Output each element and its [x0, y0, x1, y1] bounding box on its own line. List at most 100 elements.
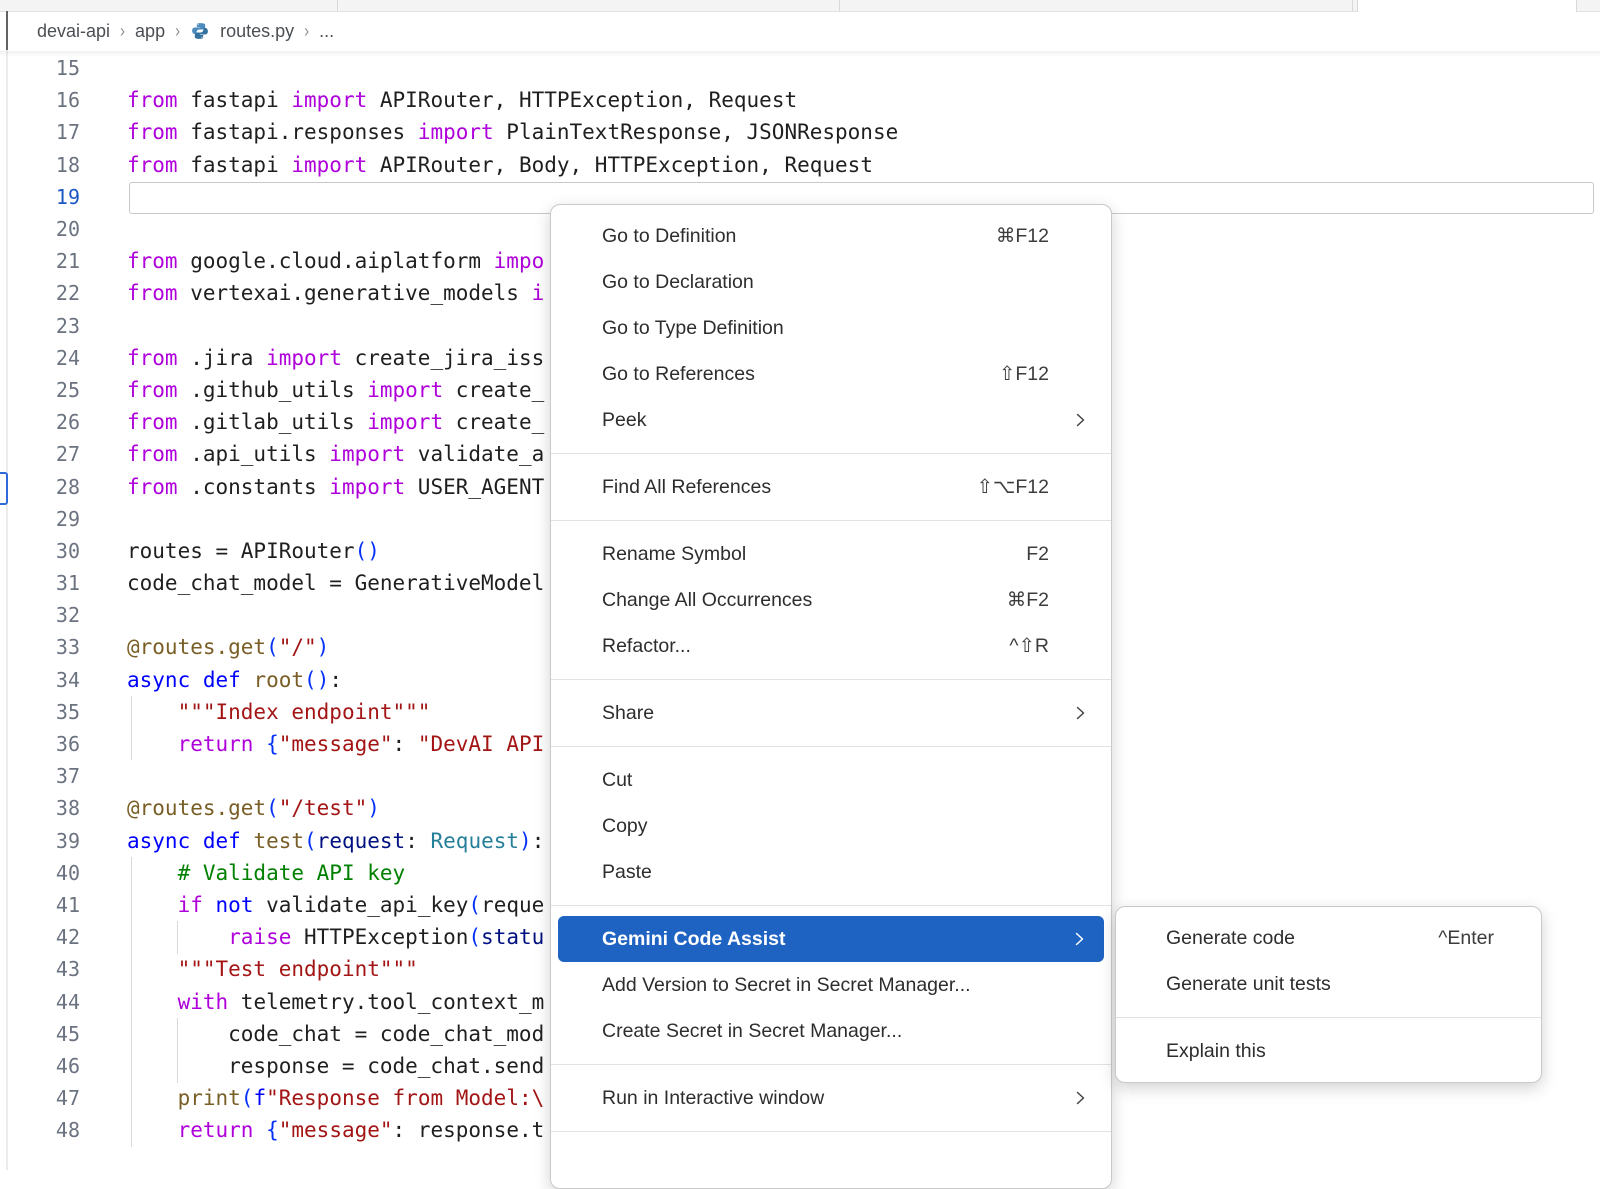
menu-item-explain-this[interactable]: Explain this — [1116, 1028, 1541, 1074]
code-line[interactable]: 16from fastapi import APIRouter, HTTPExc… — [0, 84, 1600, 116]
menu-item-label: Paste — [602, 861, 1049, 884]
chevron-right-icon — [1076, 413, 1085, 427]
menu-item-shortcut: F2 — [1026, 543, 1049, 566]
menu-item-go-to-type-definition[interactable]: Go to Type Definition — [551, 305, 1111, 351]
code-text: response = code_chat.send — [127, 1054, 544, 1078]
code-text: """Index endpoint""" — [127, 700, 430, 724]
line-number[interactable]: 30 — [0, 539, 80, 563]
menu-item-paste[interactable]: Paste — [551, 849, 1111, 895]
menu-separator — [551, 520, 1111, 521]
line-number[interactable]: 23 — [0, 314, 80, 338]
code-text: from .jira import create_jira_iss — [127, 346, 544, 370]
code-text: if not validate_api_key(reque — [127, 893, 544, 917]
code-text: with telemetry.tool_context_m — [127, 990, 544, 1014]
menu-item-label: Add Version to Secret in Secret Manager.… — [602, 974, 1049, 997]
vscode-editor-window: { "breadcrumb": { "separator": "›", "ite… — [0, 0, 1600, 1170]
menu-item-go-to-declaration[interactable]: Go to Declaration — [551, 259, 1111, 305]
breadcrumb-item[interactable]: app — [135, 21, 165, 42]
code-text: print(f"Response from Model:\ — [127, 1086, 544, 1110]
indent-guide — [131, 696, 132, 760]
line-number[interactable]: 20 — [0, 217, 80, 241]
line-number[interactable]: 26 — [0, 410, 80, 434]
code-line[interactable]: 15 — [0, 52, 1600, 84]
code-text: @routes.get("/") — [127, 635, 329, 659]
menu-separator — [551, 746, 1111, 747]
line-number[interactable]: 40 — [0, 861, 80, 885]
active-tab[interactable] — [1357, 0, 1577, 12]
menu-item-peek[interactable]: Peek — [551, 397, 1111, 443]
menu-item-label: Go to Definition — [602, 225, 996, 248]
breadcrumb-separator: › — [304, 20, 309, 41]
menu-item-gemini-code-assist[interactable]: Gemini Code Assist — [558, 916, 1104, 962]
line-number[interactable]: 38 — [0, 796, 80, 820]
line-number[interactable]: 45 — [0, 1022, 80, 1046]
line-number[interactable]: 36 — [0, 732, 80, 756]
line-number[interactable]: 35 — [0, 700, 80, 724]
breadcrumb: devai-api›app›routes.py›... — [0, 12, 1600, 50]
menu-item-label: Run in Interactive window — [602, 1087, 1049, 1110]
menu-item-label: Go to Type Definition — [602, 317, 1049, 340]
chevron-right-icon — [1076, 706, 1085, 720]
line-number[interactable]: 22 — [0, 281, 80, 305]
line-number[interactable]: 21 — [0, 249, 80, 273]
line-number[interactable]: 32 — [0, 603, 80, 627]
menu-item-find-all-references[interactable]: Find All References⇧⌥F12 — [551, 464, 1111, 510]
line-number[interactable]: 33 — [0, 635, 80, 659]
code-line[interactable]: 17from fastapi.responses import PlainTex… — [0, 116, 1600, 148]
line-number[interactable]: 46 — [0, 1054, 80, 1078]
menu-item-add-version-to-secret-in-secret-manager[interactable]: Add Version to Secret in Secret Manager.… — [551, 962, 1111, 1008]
line-number[interactable]: 19 — [0, 185, 80, 209]
line-number[interactable]: 18 — [0, 153, 80, 177]
line-number[interactable]: 24 — [0, 346, 80, 370]
menu-item-generate-code[interactable]: Generate code^Enter — [1116, 915, 1541, 961]
menu-item-change-all-occurrences[interactable]: Change All Occurrences⌘F2 — [551, 577, 1111, 623]
line-number[interactable]: 44 — [0, 990, 80, 1014]
line-number[interactable]: 28 — [0, 475, 80, 499]
menu-item-run-in-interactive-window[interactable]: Run in Interactive window — [551, 1075, 1111, 1121]
menu-item-go-to-references[interactable]: Go to References⇧F12 — [551, 351, 1111, 397]
menu-item-label: Generate unit tests — [1166, 973, 1494, 996]
menu-item-go-to-definition[interactable]: Go to Definition⌘F12 — [551, 213, 1111, 259]
line-number[interactable]: 27 — [0, 442, 80, 466]
menu-separator — [551, 1131, 1111, 1132]
line-number[interactable]: 42 — [0, 925, 80, 949]
line-number[interactable]: 47 — [0, 1086, 80, 1110]
code-text: from vertexai.generative_models i — [127, 281, 544, 305]
code-text: from .constants import USER_AGENT — [127, 475, 544, 499]
menu-item-label: Find All References — [602, 476, 977, 499]
menu-item-label: Cut — [602, 769, 1049, 792]
line-number[interactable]: 43 — [0, 957, 80, 981]
code-line[interactable]: 18from fastapi import APIRouter, Body, H… — [0, 149, 1600, 181]
menu-item-shortcut: ⇧⌥F12 — [977, 475, 1049, 499]
indent-guide — [177, 921, 178, 954]
code-text: from .github_utils import create_ — [127, 378, 544, 402]
line-number[interactable]: 39 — [0, 829, 80, 853]
menu-item-label: Share — [602, 702, 1049, 725]
line-number[interactable]: 41 — [0, 893, 80, 917]
breadcrumb-separator: › — [175, 20, 180, 41]
code-text: async def test(request: Request): — [127, 829, 544, 853]
menu-item-refactor[interactable]: Refactor...^⇧R — [551, 623, 1111, 669]
menu-item-copy[interactable]: Copy — [551, 803, 1111, 849]
line-number[interactable]: 29 — [0, 507, 80, 531]
menu-item-label: Change All Occurrences — [602, 589, 1007, 612]
code-text: # Validate API key — [127, 861, 405, 885]
menu-item-generate-unit-tests[interactable]: Generate unit tests — [1116, 961, 1541, 1007]
menu-item-cut[interactable]: Cut — [551, 757, 1111, 803]
line-number[interactable]: 17 — [0, 120, 80, 144]
line-number[interactable]: 34 — [0, 668, 80, 692]
code-text: return {"message": "DevAI API — [127, 732, 544, 756]
menu-item-share[interactable]: Share — [551, 690, 1111, 736]
line-number[interactable]: 31 — [0, 571, 80, 595]
menu-item-create-secret-in-secret-manager[interactable]: Create Secret in Secret Manager... — [551, 1008, 1111, 1054]
line-number[interactable]: 48 — [0, 1118, 80, 1142]
breadcrumb-item[interactable]: routes.py — [220, 21, 294, 42]
line-number[interactable]: 15 — [0, 56, 80, 80]
line-number[interactable]: 25 — [0, 378, 80, 402]
breadcrumb-item[interactable]: devai-api — [37, 21, 110, 42]
menu-item-label: Create Secret in Secret Manager... — [602, 1020, 1049, 1043]
line-number[interactable]: 16 — [0, 88, 80, 112]
line-number[interactable]: 37 — [0, 764, 80, 788]
menu-item-rename-symbol[interactable]: Rename SymbolF2 — [551, 531, 1111, 577]
breadcrumb-item[interactable]: ... — [319, 21, 334, 42]
